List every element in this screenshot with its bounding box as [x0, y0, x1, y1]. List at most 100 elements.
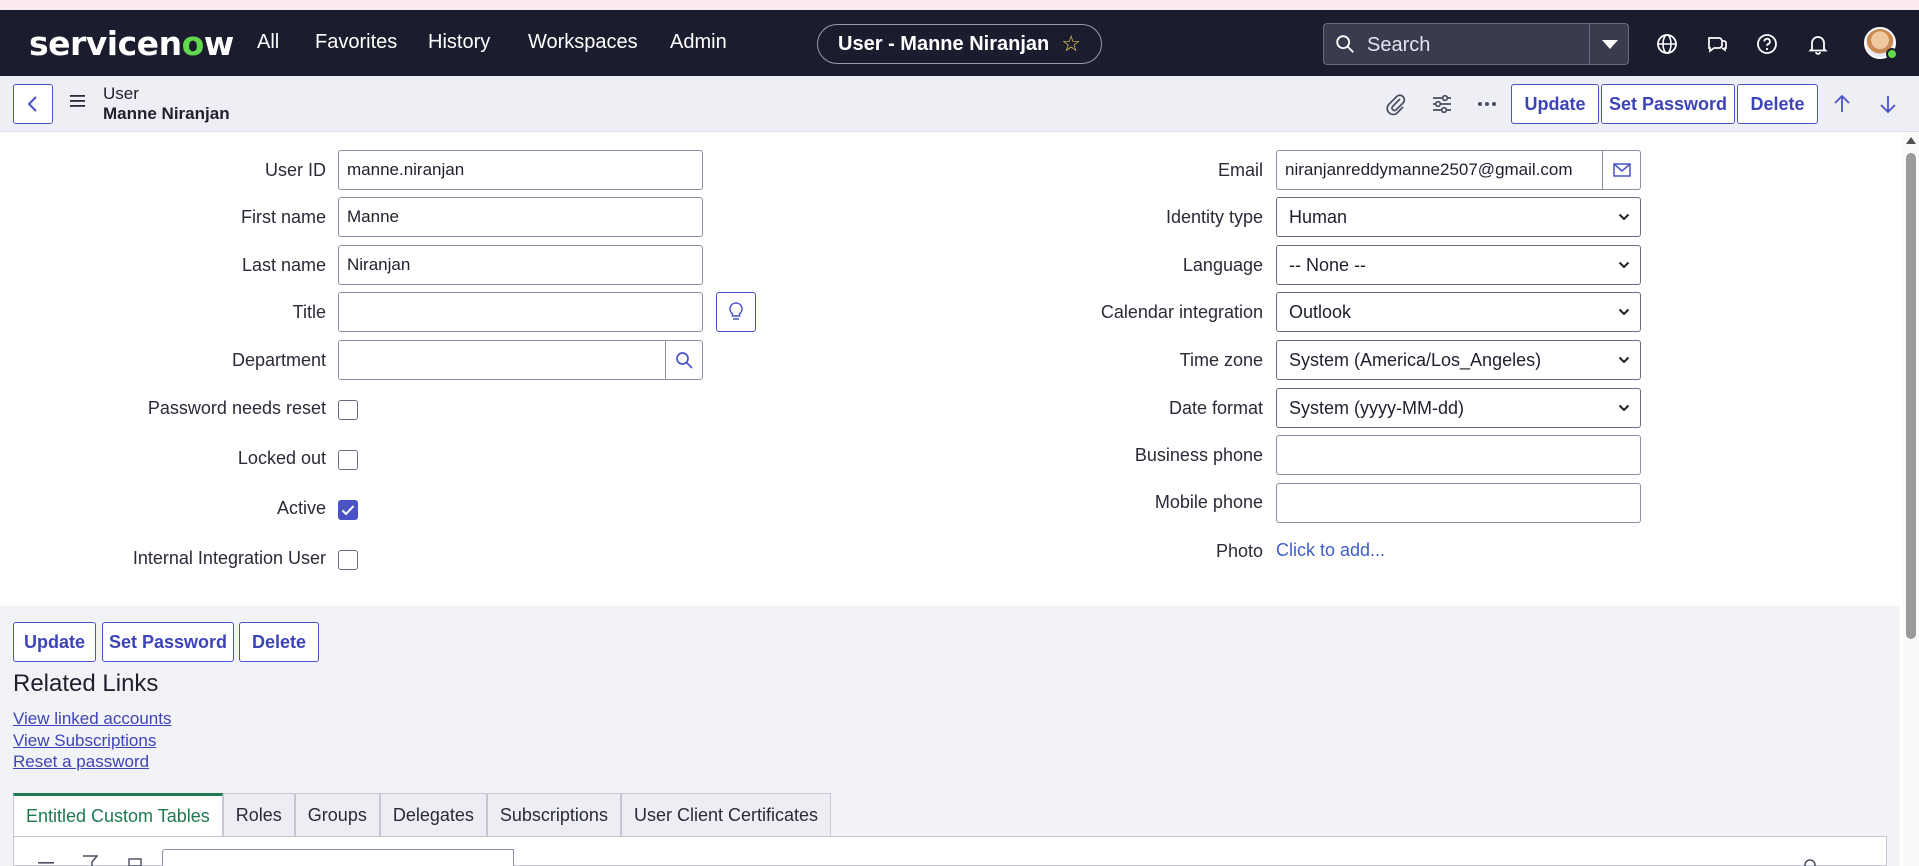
- first-name-label: First name: [240, 207, 326, 227]
- delete-button-bottom[interactable]: Delete: [239, 622, 319, 662]
- mobile-phone-input[interactable]: [1276, 483, 1641, 523]
- related-links-heading: Related Links: [13, 670, 159, 697]
- search-scope-dropdown-icon[interactable]: [1602, 40, 1618, 49]
- list-search-field-select[interactable]: [162, 849, 328, 866]
- personalize-sliders-icon[interactable]: [1430, 92, 1454, 116]
- set-password-button-top[interactable]: Set Password: [1601, 84, 1735, 124]
- set-password-button-bottom[interactable]: Set Password: [102, 622, 234, 662]
- chevron-down-icon: [1618, 404, 1630, 412]
- tab-groups[interactable]: Groups: [294, 793, 380, 837]
- department-input[interactable]: [338, 340, 666, 380]
- time-zone-label: Time zone: [1179, 350, 1263, 370]
- presence-status-dot: [1886, 48, 1898, 60]
- department-label: Department: [231, 350, 326, 370]
- top-strip: [0, 0, 1919, 10]
- help-icon[interactable]: [1755, 32, 1779, 56]
- search-placeholder: Search: [1367, 34, 1431, 56]
- context-menu-icon[interactable]: [70, 94, 85, 108]
- global-nav-bar: servicenow All Favorites History Workspa…: [0, 10, 1919, 76]
- identity-type-label: Identity type: [1165, 207, 1263, 227]
- date-format-select[interactable]: System (yyyy-MM-dd): [1276, 388, 1641, 428]
- reset-password-link[interactable]: Reset a password: [13, 752, 149, 772]
- password-reset-checkbox[interactable]: [338, 400, 358, 420]
- record-type: User: [103, 84, 139, 103]
- notifications-bell-icon[interactable]: [1806, 32, 1830, 56]
- active-checkbox[interactable]: [338, 500, 358, 520]
- lookup-search-icon: [676, 352, 693, 369]
- business-phone-label: Business phone: [1134, 445, 1263, 465]
- context-title: User - Manne Niranjan: [838, 32, 1050, 55]
- send-email-button[interactable]: [1602, 150, 1641, 190]
- related-lists-tabs: Entitled Custom Tables Roles Groups Dele…: [13, 793, 832, 837]
- list-settings-gear-icon[interactable]: [1802, 857, 1818, 866]
- tab-user-client-certificates[interactable]: User Client Certificates: [620, 793, 832, 837]
- delete-button-top[interactable]: Delete: [1737, 84, 1818, 124]
- identity-type-value: Human: [1289, 206, 1348, 227]
- locked-out-checkbox[interactable]: [338, 450, 358, 470]
- identity-type-select[interactable]: Human: [1276, 197, 1641, 237]
- update-button-top[interactable]: Update: [1511, 84, 1599, 124]
- nav-history[interactable]: History: [428, 31, 490, 54]
- time-zone-value: System (America/Los_Angeles): [1289, 349, 1542, 370]
- time-zone-select[interactable]: System (America/Los_Angeles): [1276, 340, 1641, 380]
- lightbulb-icon: [729, 302, 743, 320]
- calendar-integration-value: Outlook: [1289, 301, 1352, 322]
- servicenow-logo[interactable]: servicenow: [29, 24, 234, 63]
- internal-integration-checkbox[interactable]: [338, 550, 358, 570]
- title-input[interactable]: [338, 292, 703, 332]
- nav-all[interactable]: All: [257, 31, 279, 54]
- email-label: Email: [1217, 160, 1263, 180]
- search-icon: [1336, 35, 1354, 53]
- tab-subscriptions[interactable]: Subscriptions: [486, 793, 621, 837]
- context-title-pill[interactable]: User - Manne Niranjan ☆: [817, 24, 1102, 64]
- first-name-input[interactable]: Manne: [338, 197, 703, 237]
- paperclip-icon[interactable]: [1384, 92, 1408, 116]
- date-format-value: System (yyyy-MM-dd): [1289, 397, 1464, 418]
- scrollbar-thumb[interactable]: [1906, 153, 1916, 639]
- globe-icon[interactable]: [1655, 32, 1679, 56]
- chevron-down-icon: [1618, 213, 1630, 221]
- view-linked-accounts-link[interactable]: View linked accounts: [13, 709, 171, 729]
- chat-icon[interactable]: [1705, 32, 1729, 56]
- photo-add-link[interactable]: Click to add...: [1276, 540, 1385, 561]
- locked-out-label: Locked out: [237, 448, 326, 468]
- column-options-icon[interactable]: [128, 858, 142, 866]
- view-subscriptions-link[interactable]: View Subscriptions: [13, 731, 156, 751]
- list-menu-icon[interactable]: [38, 858, 54, 866]
- active-label: Active: [276, 498, 326, 518]
- back-button[interactable]: [13, 84, 53, 124]
- tab-entitled-custom-tables[interactable]: Entitled Custom Tables: [13, 793, 223, 837]
- mobile-phone-label: Mobile phone: [1154, 492, 1263, 512]
- update-button-bottom[interactable]: Update: [13, 622, 96, 662]
- scroll-up-arrow[interactable]: [1906, 137, 1916, 144]
- tab-delegates[interactable]: Delegates: [379, 793, 487, 837]
- record-name: Manne Niranjan: [103, 104, 230, 123]
- language-select[interactable]: -- None --: [1276, 245, 1641, 285]
- page-scrollbar[interactable]: [1903, 133, 1919, 866]
- favorite-star-icon[interactable]: ☆: [1061, 31, 1081, 57]
- chevron-down-icon: [1618, 308, 1630, 316]
- chevron-down-icon: [1618, 356, 1630, 364]
- next-record-arrow-icon[interactable]: [1876, 92, 1900, 116]
- user-id-input[interactable]: manne.niranjan: [338, 150, 703, 190]
- suggestion-button[interactable]: [716, 292, 756, 332]
- filter-icon[interactable]: [82, 855, 98, 866]
- language-value: -- None --: [1289, 254, 1367, 275]
- email-input[interactable]: niranjanreddymanne2507@gmail.com: [1276, 150, 1603, 190]
- last-name-label: Last name: [241, 255, 326, 275]
- tab-roles[interactable]: Roles: [222, 793, 295, 837]
- user-avatar[interactable]: [1864, 27, 1898, 60]
- list-search-input[interactable]: [327, 849, 514, 866]
- nav-admin[interactable]: Admin: [670, 31, 727, 54]
- calendar-integration-select[interactable]: Outlook: [1276, 292, 1641, 332]
- nav-favorites[interactable]: Favorites: [315, 31, 397, 54]
- department-lookup-button[interactable]: [665, 340, 703, 380]
- more-options-icon[interactable]: [1475, 92, 1499, 116]
- nav-workspaces[interactable]: Workspaces: [528, 31, 638, 54]
- form-header: User Manne Niranjan Update Set Password …: [0, 76, 1919, 132]
- envelope-icon: [1612, 163, 1631, 177]
- last-name-input[interactable]: Niranjan: [338, 245, 703, 285]
- global-search[interactable]: Search: [1323, 23, 1629, 65]
- previous-record-arrow-icon[interactable]: [1830, 92, 1854, 116]
- business-phone-input[interactable]: [1276, 435, 1641, 475]
